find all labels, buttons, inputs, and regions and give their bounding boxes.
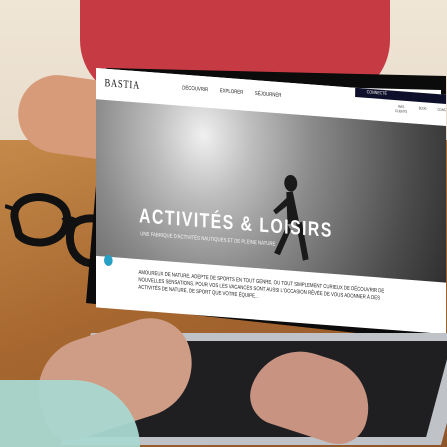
contact-link[interactable]: CONTACT	[437, 107, 446, 121]
nav-decouvrir[interactable]: DÉCOUVRIR	[182, 86, 208, 94]
blog-link[interactable]: BLOG	[415, 105, 430, 119]
nav-explorer[interactable]: EXPLORER	[220, 89, 244, 96]
site-logo[interactable]: BASTIA	[104, 76, 140, 93]
hero-banner: ACTIVITÉS & LOISIRS UNE FABRIQUE D'ACTIV…	[96, 99, 446, 284]
header-icons: AVIS CLIENTS BLOG CONTACT	[394, 104, 446, 121]
nav-sejourner[interactable]: SÉJOURNER	[255, 91, 282, 99]
main-nav: DÉCOUVRIR EXPLORER SÉJOURNER	[182, 86, 281, 99]
photo-scene: BASTIA DÉCOUVRIR EXPLORER SÉJOURNER CONN…	[0, 0, 447, 447]
top-right-bar-text[interactable]: CONNECTÉ	[367, 90, 387, 97]
reviews-link[interactable]: AVIS CLIENTS	[394, 104, 409, 118]
chat-bubble-icon[interactable]	[103, 254, 113, 267]
top-right-bar: CONNECTÉ	[355, 87, 446, 105]
website: BASTIA DÉCOUVRIR EXPLORER SÉJOURNER CONN…	[96, 68, 446, 335]
laptop-screen: BASTIA DÉCOUVRIR EXPLORER SÉJOURNER CONN…	[96, 68, 446, 338]
